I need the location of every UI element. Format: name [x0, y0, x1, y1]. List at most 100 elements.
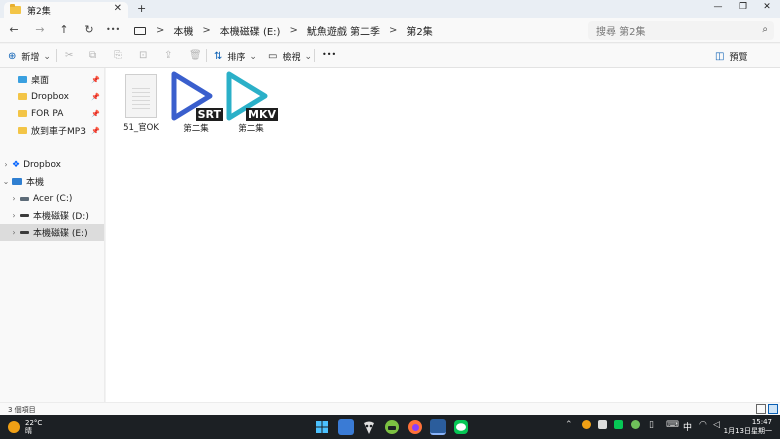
pin-icon: 📌 — [91, 109, 100, 118]
copy-icon[interactable]: ⧉ — [89, 50, 96, 61]
sort-button[interactable]: ⇅ 排序 ⌄ — [214, 50, 257, 63]
forward-button[interactable]: → — [33, 23, 47, 36]
drive-icon — [20, 214, 29, 217]
chevron-right-icon[interactable]: › — [8, 194, 20, 203]
sort-label: 排序 — [227, 53, 246, 63]
input-language[interactable]: 中 — [683, 420, 692, 433]
sidebar-item-for-pa[interactable]: FOR PA 📌 — [0, 105, 104, 122]
breadcrumb-separator: > — [289, 25, 298, 36]
sun-icon — [8, 421, 20, 433]
view-button[interactable]: ▭ 檢視 ⌄ — [268, 50, 312, 63]
paste-icon[interactable]: ⎘ — [114, 50, 122, 61]
tab-close-button[interactable]: ✕ — [114, 3, 122, 14]
chevron-right-icon[interactable]: › — [8, 228, 20, 237]
delete-icon[interactable]: 🗑 — [189, 50, 202, 61]
search-input[interactable]: 搜尋 第2集 — [596, 23, 646, 38]
firefox-icon[interactable] — [407, 419, 423, 435]
more-nav-button[interactable]: ••• — [106, 25, 120, 34]
search-box[interactable]: 搜尋 第2集 ⌕ — [588, 21, 774, 40]
file-list[interactable]: 51_官OK SRT 第二集 MKV 第二集 — [106, 68, 780, 402]
command-bar: ⊕ 新增 ⌄ ✂ ⧉ ⎘ ⊡ ⇪ 🗑 ⇅ 排序 ⌄ ▭ 檢視 ⌄ ••• ◫ 預… — [0, 44, 780, 68]
media-player-icon: SRT — [168, 70, 224, 122]
file-item-srt[interactable]: SRT 第二集 — [168, 70, 224, 134]
sidebar-item-drive-d[interactable]: › 本機磁碟 (D:) — [0, 207, 104, 224]
file-explorer-icon[interactable] — [430, 419, 446, 435]
up-button[interactable]: ↑ — [57, 23, 71, 36]
sidebar-item-desktop[interactable]: 桌面 📌 — [0, 71, 104, 88]
chevron-right-icon[interactable]: › — [8, 211, 20, 220]
vpn-tray-icon[interactable] — [631, 420, 640, 429]
close-button[interactable]: ✕ — [757, 2, 777, 12]
file-extension-badge: SRT — [195, 108, 223, 121]
wifi-icon[interactable]: ◠ — [699, 420, 707, 430]
tab-current-folder[interactable]: 第2集 ✕ — [4, 2, 128, 18]
back-button[interactable]: ← — [7, 23, 21, 36]
preview-pane-icon: ◫ — [715, 51, 725, 62]
usb-icon[interactable]: ▯ — [649, 420, 654, 430]
chevron-down-icon: ⌄ — [304, 51, 313, 62]
title-bar: 第2集 ✕ + — ❐ ✕ — [0, 0, 780, 18]
share-icon[interactable]: ⇪ — [164, 50, 172, 61]
chevron-right-icon[interactable]: › — [0, 160, 12, 169]
sidebar-item-this-pc[interactable]: ⌄ 本機 — [0, 173, 104, 190]
breadcrumb-season-folder[interactable]: 魷魚遊戲 第二季 — [307, 23, 380, 38]
alien-app-icon[interactable] — [361, 419, 377, 435]
file-item-document[interactable]: 51_官OK — [113, 74, 169, 133]
pin-icon: 📌 — [91, 92, 100, 101]
chevron-down-icon[interactable]: ⌄ — [0, 177, 12, 186]
android-app-icon[interactable] — [384, 419, 400, 435]
add-icon: ⊕ — [8, 51, 17, 62]
calendar-app-icon[interactable] — [338, 419, 354, 435]
line-tray-icon[interactable] — [614, 420, 623, 429]
maximize-button[interactable]: ❐ — [733, 2, 753, 12]
line-app-icon[interactable] — [453, 419, 469, 435]
breadcrumb-separator: > — [156, 25, 165, 36]
sort-icon: ⇅ — [214, 51, 223, 62]
file-name: 第二集 — [238, 124, 264, 134]
windows-start-icon[interactable] — [314, 419, 330, 435]
drive-icon — [20, 231, 29, 234]
sidebar-item-drive-c[interactable]: › Acer (C:) — [0, 190, 104, 207]
sidebar-item-dropbox-pinned[interactable]: Dropbox 📌 — [0, 88, 104, 105]
folder-icon — [18, 93, 27, 100]
address-bar[interactable]: > 本機 > 本機磁碟 (E:) > 魷魚遊戲 第二季 > 第2集 — [128, 21, 584, 40]
chevron-up-icon[interactable]: ⌃ — [565, 420, 573, 430]
pin-icon: 📌 — [91, 126, 100, 135]
large-icons-view-button[interactable] — [768, 404, 778, 414]
new-tab-button[interactable]: + — [137, 2, 146, 15]
folder-icon — [18, 110, 27, 117]
file-item-mkv[interactable]: MKV 第二集 — [223, 70, 279, 134]
breadcrumb-this-pc[interactable]: 本機 — [173, 23, 193, 38]
sidebar-item-label: 本機 — [26, 178, 45, 188]
sidebar-item-dropbox[interactable]: › ❖ Dropbox — [0, 156, 104, 173]
sidebar-item-car-mp3[interactable]: 放到車子MP3 📌 — [0, 122, 104, 139]
dropbox-icon: ❖ — [12, 159, 21, 170]
clock[interactable]: 15:47 1月13日星期一 — [724, 418, 772, 436]
drive-icon — [20, 196, 29, 201]
file-name: 51_官OK — [123, 123, 159, 133]
refresh-button[interactable]: ↻ — [82, 23, 96, 36]
sidebar-item-drive-e[interactable]: › 本機磁碟 (E:) — [0, 224, 104, 241]
minimize-button[interactable]: — — [708, 2, 728, 12]
cut-icon[interactable]: ✂ — [65, 50, 73, 61]
sidebar-item-label: 桌面 — [31, 76, 50, 86]
taskbar: 22°C 晴 ⌃ ▯ ⌨ 中 ◠ ◁ 15:47 1月13日星期一 — [0, 415, 780, 439]
folder-icon — [18, 127, 27, 134]
details-view-button[interactable] — [756, 404, 766, 414]
keyboard-icon[interactable]: ⌨ — [666, 420, 679, 430]
dropbox-tray-icon[interactable] — [598, 420, 607, 429]
folder-icon — [10, 4, 21, 14]
weather-widget[interactable]: 22°C 晴 — [8, 419, 42, 435]
weather-tray-icon[interactable] — [582, 420, 591, 429]
new-button[interactable]: ⊕ 新增 ⌄ — [8, 50, 51, 63]
this-pc-icon — [134, 26, 146, 35]
rename-icon[interactable]: ⊡ — [139, 50, 147, 61]
breadcrumb-separator: > — [202, 25, 211, 36]
breadcrumb-drive-e[interactable]: 本機磁碟 (E:) — [220, 23, 281, 38]
preview-pane-button[interactable]: ◫ 預覽 — [715, 50, 747, 63]
tab-title: 第2集 — [27, 6, 51, 17]
desktop-icon — [18, 76, 27, 83]
volume-icon[interactable]: ◁ — [713, 420, 720, 430]
more-options-button[interactable]: ••• — [322, 50, 336, 59]
breadcrumb-episode-folder[interactable]: 第2集 — [406, 23, 432, 38]
